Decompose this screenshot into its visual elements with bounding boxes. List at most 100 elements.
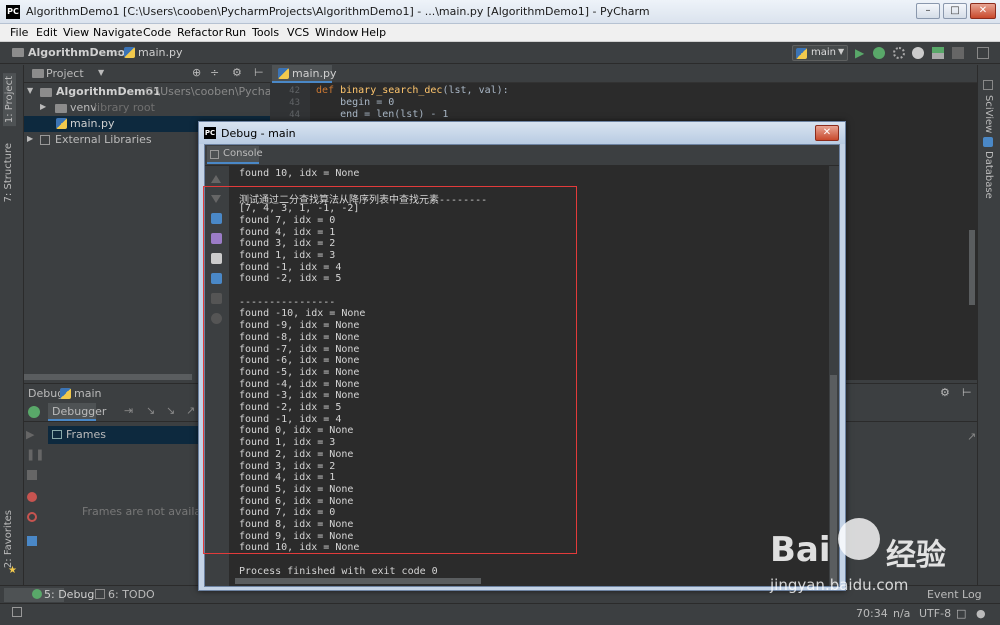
menu-run[interactable]: Run [225, 26, 246, 39]
stop-icon[interactable] [952, 47, 964, 59]
collapse-all-icon[interactable]: ÷ [210, 66, 219, 79]
line-number: 43 [289, 98, 300, 108]
collapse-arrow-icon[interactable]: ▶ [27, 134, 33, 143]
right-tool-strip: SciView Database [977, 65, 1000, 585]
view-breakpoints-icon[interactable] [27, 492, 37, 502]
menu-refactor[interactable]: Refactor [177, 26, 223, 39]
watermark-brand: Bai [770, 530, 831, 570]
tab-project[interactable]: 1: Project [3, 73, 16, 127]
menu-help[interactable]: Help [361, 26, 386, 39]
project-view-select[interactable]: Project [46, 67, 84, 80]
tab-console[interactable]: Console [207, 146, 263, 164]
project-view-chevron-icon[interactable]: ▼ [98, 68, 104, 77]
minimize-button[interactable]: – [916, 3, 940, 19]
close-button[interactable]: ✕ [970, 3, 996, 19]
menu-view[interactable]: View [63, 26, 89, 39]
hide-panel-icon[interactable]: ⊢ [962, 386, 972, 399]
menu-tools[interactable]: Tools [252, 26, 279, 39]
scroll-up-icon[interactable] [211, 175, 221, 183]
pycharm-app-icon: PC [6, 5, 20, 19]
tree-venv-label: venv [70, 101, 97, 114]
menu-edit[interactable]: Edit [36, 26, 57, 39]
restore-layout-icon[interactable] [27, 536, 37, 546]
maximize-button[interactable]: □ [943, 3, 967, 19]
baidu-watermark: Bai 经验 jingyan.baidu.com [770, 510, 970, 610]
step-out-icon[interactable]: ↗ [186, 404, 195, 417]
debug-panel-title: Debug [28, 387, 65, 400]
debug-bug-icon[interactable] [873, 47, 885, 59]
tab-structure[interactable]: 7: Structure [3, 143, 14, 202]
keyword-def: def [316, 85, 335, 96]
editor-vertical-scrollbar[interactable] [969, 230, 975, 305]
hide-panel-icon[interactable]: ⊢ [254, 66, 264, 79]
scroll-from-source-icon[interactable]: ⊕ [192, 66, 201, 79]
pycharm-app-icon: PC [204, 127, 216, 139]
tree-root[interactable]: ▼ AlgorithmDemo1 C:\Users\cooben\Pycharm… [24, 84, 297, 100]
chevron-down-icon: ▼ [838, 47, 845, 56]
frames-label: Frames [66, 428, 107, 441]
concurrency-icon[interactable] [932, 47, 944, 59]
python-config-icon [60, 388, 71, 399]
mute-breakpoints-icon[interactable] [27, 512, 37, 522]
pin-icon[interactable]: ↗ [967, 430, 976, 443]
stop-icon[interactable] [27, 470, 37, 480]
watermark-url: jingyan.baidu.com [770, 576, 909, 594]
tab-sciview[interactable]: SciView [983, 95, 994, 133]
code-line-44[interactable]: end = len(lst) - 1 [316, 109, 448, 120]
tool-windows-icon[interactable] [12, 607, 22, 617]
profile-icon[interactable] [912, 47, 924, 59]
tree-venv[interactable]: ▶ venv library root [24, 100, 270, 116]
console-horizontal-scrollbar[interactable] [235, 578, 481, 584]
console-icon [210, 150, 219, 159]
step-over-icon[interactable]: ⇥ [124, 404, 133, 417]
gear-icon[interactable]: ⚙ [232, 66, 242, 79]
horizontal-scrollbar[interactable] [24, 374, 192, 380]
menu-window[interactable]: Window [315, 26, 358, 39]
breadcrumb-file[interactable]: main.py [138, 46, 182, 59]
tab-favorites[interactable]: 2: Favorites [3, 510, 14, 568]
highlight-box [203, 186, 577, 554]
menu-bar: File Edit View Navigate Code Refactor Ru… [0, 24, 1000, 42]
tree-venv-note: library root [94, 101, 155, 114]
run-icon[interactable]: ▶ [855, 47, 867, 59]
run-config-select[interactable]: main ▼ [792, 45, 848, 61]
dialog-title: Debug - main [221, 127, 296, 140]
step-into-icon[interactable]: ↘ [146, 404, 155, 417]
pause-icon[interactable]: ❚❚ [26, 448, 44, 461]
menu-file[interactable]: File [10, 26, 28, 39]
watermark-brand-cn: 经验 [886, 538, 946, 573]
library-icon [40, 135, 50, 145]
menu-vcs[interactable]: VCS [287, 26, 309, 39]
tab-database[interactable]: Database [983, 151, 994, 199]
debug-bug-icon [28, 406, 40, 418]
left-tool-strip: 1: Project 7: Structure 2: Favorites ★ [0, 65, 24, 585]
code-line-42[interactable]: def binary_search_dec(lst, val): [316, 85, 509, 96]
database-icon [983, 137, 993, 147]
console-tab-label: Console [223, 148, 263, 159]
tree-external-label: External Libraries [55, 133, 152, 146]
menu-code[interactable]: Code [143, 26, 171, 39]
tab-main-py[interactable]: main.py [272, 65, 336, 83]
line-number: 44 [289, 110, 300, 120]
collapse-arrow-icon[interactable]: ▶ [40, 102, 46, 111]
tab-debug[interactable]: 5: Debug [44, 588, 94, 601]
search-everywhere-icon[interactable] [977, 47, 989, 59]
step-into-my-code-icon[interactable]: ↘ [166, 404, 175, 417]
tab-debugger[interactable]: Debugger [48, 403, 106, 421]
navigation-toolbar: AlgorithmDemo1 › main.py [0, 42, 1000, 64]
editor-tabs: main.py [270, 65, 977, 83]
debug-panel-config: main [74, 387, 102, 400]
coverage-icon[interactable] [893, 47, 905, 59]
function-args: (lst, val): [442, 85, 509, 96]
code-line-43[interactable]: begin = 0 [316, 97, 394, 108]
menu-navigate[interactable]: Navigate [93, 26, 142, 39]
gear-icon[interactable]: ⚙ [940, 386, 950, 399]
expand-arrow-icon[interactable]: ▼ [27, 86, 33, 95]
project-folder-icon [32, 69, 44, 78]
resume-icon[interactable]: ▶ [26, 428, 34, 441]
dialog-close-button[interactable]: ✕ [815, 125, 839, 141]
editor-tab-label: main.py [292, 67, 337, 80]
debug-bug-icon [32, 589, 42, 599]
tab-todo[interactable]: 6: TODO [108, 588, 155, 601]
inspection-icon[interactable]: ● [976, 607, 986, 620]
